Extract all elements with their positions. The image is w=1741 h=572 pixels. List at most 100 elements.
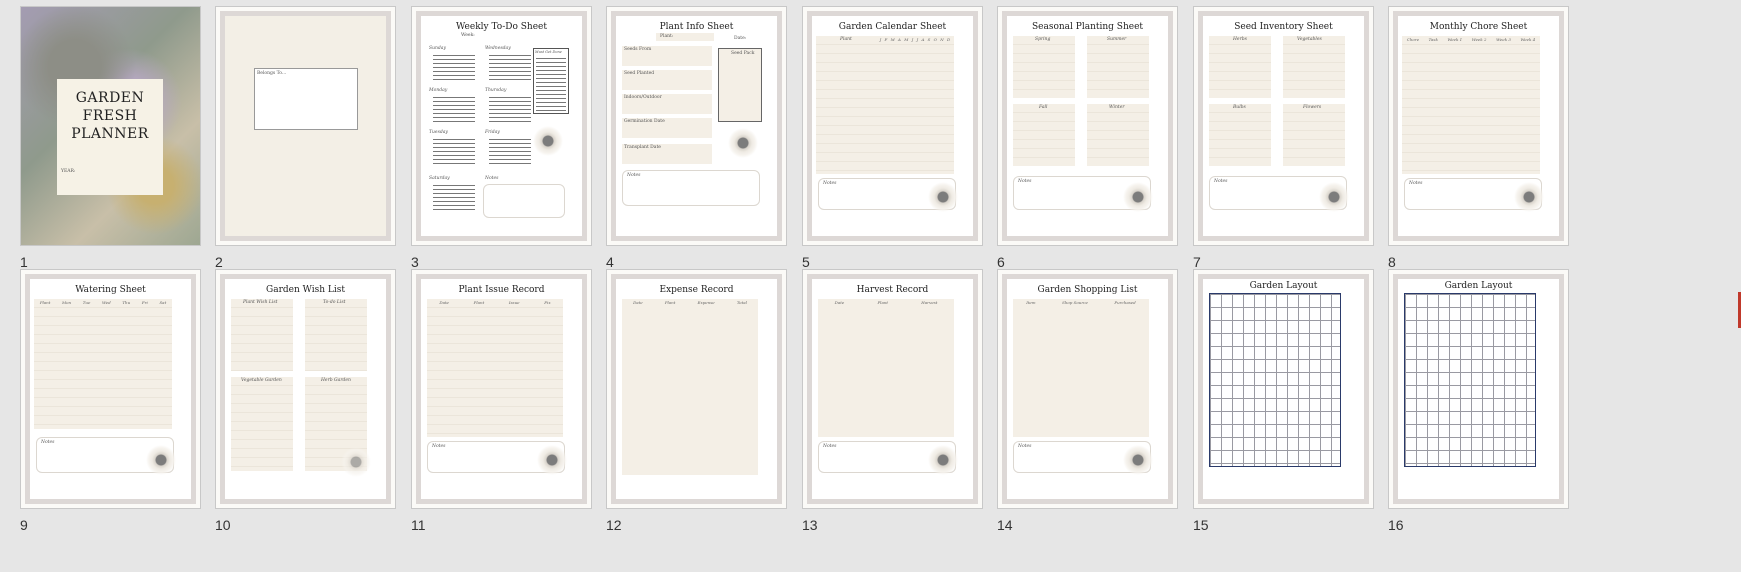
slide-thumbnail-14[interactable]: Garden Shopping List Item Shop Source Pu… [997,269,1180,533]
slide-number: 16 [1388,517,1404,533]
month-header: S [927,37,931,42]
column-header: Date [834,300,845,305]
todo-lines [433,136,475,164]
slide-preview: Watering Sheet Plant Mon Tue Wed Thu Fri… [20,269,201,509]
slide-thumbnail-12[interactable]: Expense Record Date Plant Expense Total … [606,269,789,533]
belongs-to-box: Belongs To... [254,68,358,130]
column-header: Harvest [921,300,938,305]
daisy-icon [1123,445,1153,475]
slide-thumbnail-10[interactable]: Garden Wish List Plant Wish List To-do L… [215,269,398,533]
page-frame: Garden Wish List Plant Wish List To-do L… [220,274,391,504]
column-header: Purchased [1114,300,1136,305]
notes-box: Notes [622,170,760,206]
slide-title: Garden Wish List [266,285,345,295]
notes-label: Notes [1018,444,1032,449]
info-field: Seed Planted [622,70,712,90]
page-frame: Monthly Chore Sheet Chore Task Week 1 We… [1393,11,1564,241]
calendar-table: Plant J F M A M J J A S O N D [816,36,954,174]
column-header: Week 4 [1520,37,1536,42]
notes-box [483,184,565,218]
belongs-to-label: Belongs To... [257,71,287,76]
column-header: Issue [508,300,520,305]
field-label: Seed Planted [624,71,655,76]
todo-lines [433,94,475,122]
plant-field: Plant: [656,33,714,41]
month-header: M [904,37,909,42]
field-label: Seeds From [624,47,652,52]
slide-thumbnail-16[interactable]: Garden Layout 16 [1388,269,1571,533]
column-header: Plant [39,300,51,305]
slide-number: 12 [606,517,622,533]
column-header: Expense [697,300,715,305]
page-frame: Garden Layout [1198,274,1369,504]
month-header: N [940,37,944,42]
page-frame: Belongs To... [220,11,391,241]
todo-lines [489,94,531,122]
slide-number: 8 [1388,254,1396,270]
week-label: Week: [461,33,475,38]
month-header: A [921,37,925,42]
watering-table: Plant Mon Tue Wed Thu Fri Sat [34,299,172,429]
slide-thumbnail-1[interactable]: GARDEN FRESH PLANNER YEAR: 1 [20,6,203,270]
notes-label: Notes [823,181,837,186]
slide-thumbnail-11[interactable]: Plant Issue Record Date Plant Issue Fix … [411,269,594,533]
slide-title: Garden Shopping List [1037,285,1138,295]
column-header: Date [439,300,449,305]
slide-preview: Harvest Record Date Plant Harvest Notes [802,269,983,509]
daisy-icon [928,445,958,475]
slide-thumbnail-3[interactable]: Weekly To-Do Sheet Week: Sunday Monday T… [411,6,594,270]
daisy-icon [928,182,958,212]
inventory-panel: Herbs [1209,36,1271,98]
season-panel: Fall [1013,104,1075,166]
daisy-icon [146,445,176,475]
column-header: Plant [473,300,485,305]
info-field: Germination Date [622,118,712,138]
slide-thumbnail-2[interactable]: Belongs To... 2 [215,6,398,270]
slide-preview: Garden Calendar Sheet Plant J F M A M J … [802,6,983,246]
must-lines [536,55,566,111]
slide-thumbnail-5[interactable]: Garden Calendar Sheet Plant J F M A M J … [802,6,985,270]
plant-column-header: Plant [840,37,852,42]
issue-table: Date Plant Issue Fix [427,299,563,437]
todo-lines [489,52,531,80]
daisy-icon [537,445,567,475]
slide-thumbnail-15[interactable]: Garden Layout 15 [1193,269,1376,533]
daisy-icon [341,447,371,477]
slide-title: Plant Issue Record [458,285,545,295]
page-frame: Expense Record Date Plant Expense Total [611,274,782,504]
slide-thumbnail-6[interactable]: Seasonal Planting Sheet Spring Summer Fa… [997,6,1180,270]
slide-title: Watering Sheet [75,285,146,295]
slide-preview: Garden Wish List Plant Wish List To-do L… [215,269,396,509]
column-header: Item [1026,300,1036,305]
slide-title: Garden Calendar Sheet [838,22,947,32]
cover-year-box: YEAR: [57,167,163,195]
slide-thumbnail-13[interactable]: Harvest Record Date Plant Harvest Notes … [802,269,985,533]
slide-preview: Belongs To... [215,6,396,246]
column-headers: Date Plant Harvest [818,300,954,305]
slide-thumbnail-4[interactable]: Plant Info Sheet Plant: Date: Seeds From… [606,6,789,270]
section-label: Vegetable Garden [241,378,282,383]
slide-number: 7 [1193,254,1201,270]
slide-thumbnail-7[interactable]: Seed Inventory Sheet Herbs Vegetables Bu… [1193,6,1376,270]
slide-thumbnail-9[interactable]: Watering Sheet Plant Mon Tue Wed Thu Fri… [20,269,203,533]
column-header: Fix [544,300,551,305]
slide-title: Garden Layout [1444,281,1513,291]
group-label: Herbs [1233,37,1247,42]
notes-label: Notes [1018,179,1032,184]
slide-title: Expense Record [659,285,734,295]
slide-number: 5 [802,254,810,270]
daisy-icon [1123,182,1153,212]
inventory-panel: Vegetables [1283,36,1345,98]
layout-grid [1209,293,1341,467]
slide-preview: Seasonal Planting Sheet Spring Summer Fa… [997,6,1178,246]
expense-table: Date Plant Expense Total [622,299,758,475]
slide-title: Seasonal Planting Sheet [1031,22,1144,32]
season-label: Summer [1107,37,1127,42]
slide-preview: Garden Layout [1193,269,1374,509]
month-header: D [947,37,951,42]
day-label: Friday [485,130,500,135]
slide-thumbnail-8[interactable]: Monthly Chore Sheet Chore Task Week 1 We… [1388,6,1571,270]
column-header: Week 1 [1447,37,1463,42]
slide-preview: Plant Info Sheet Plant: Date: Seeds From… [606,6,787,246]
month-header: J [911,37,914,42]
